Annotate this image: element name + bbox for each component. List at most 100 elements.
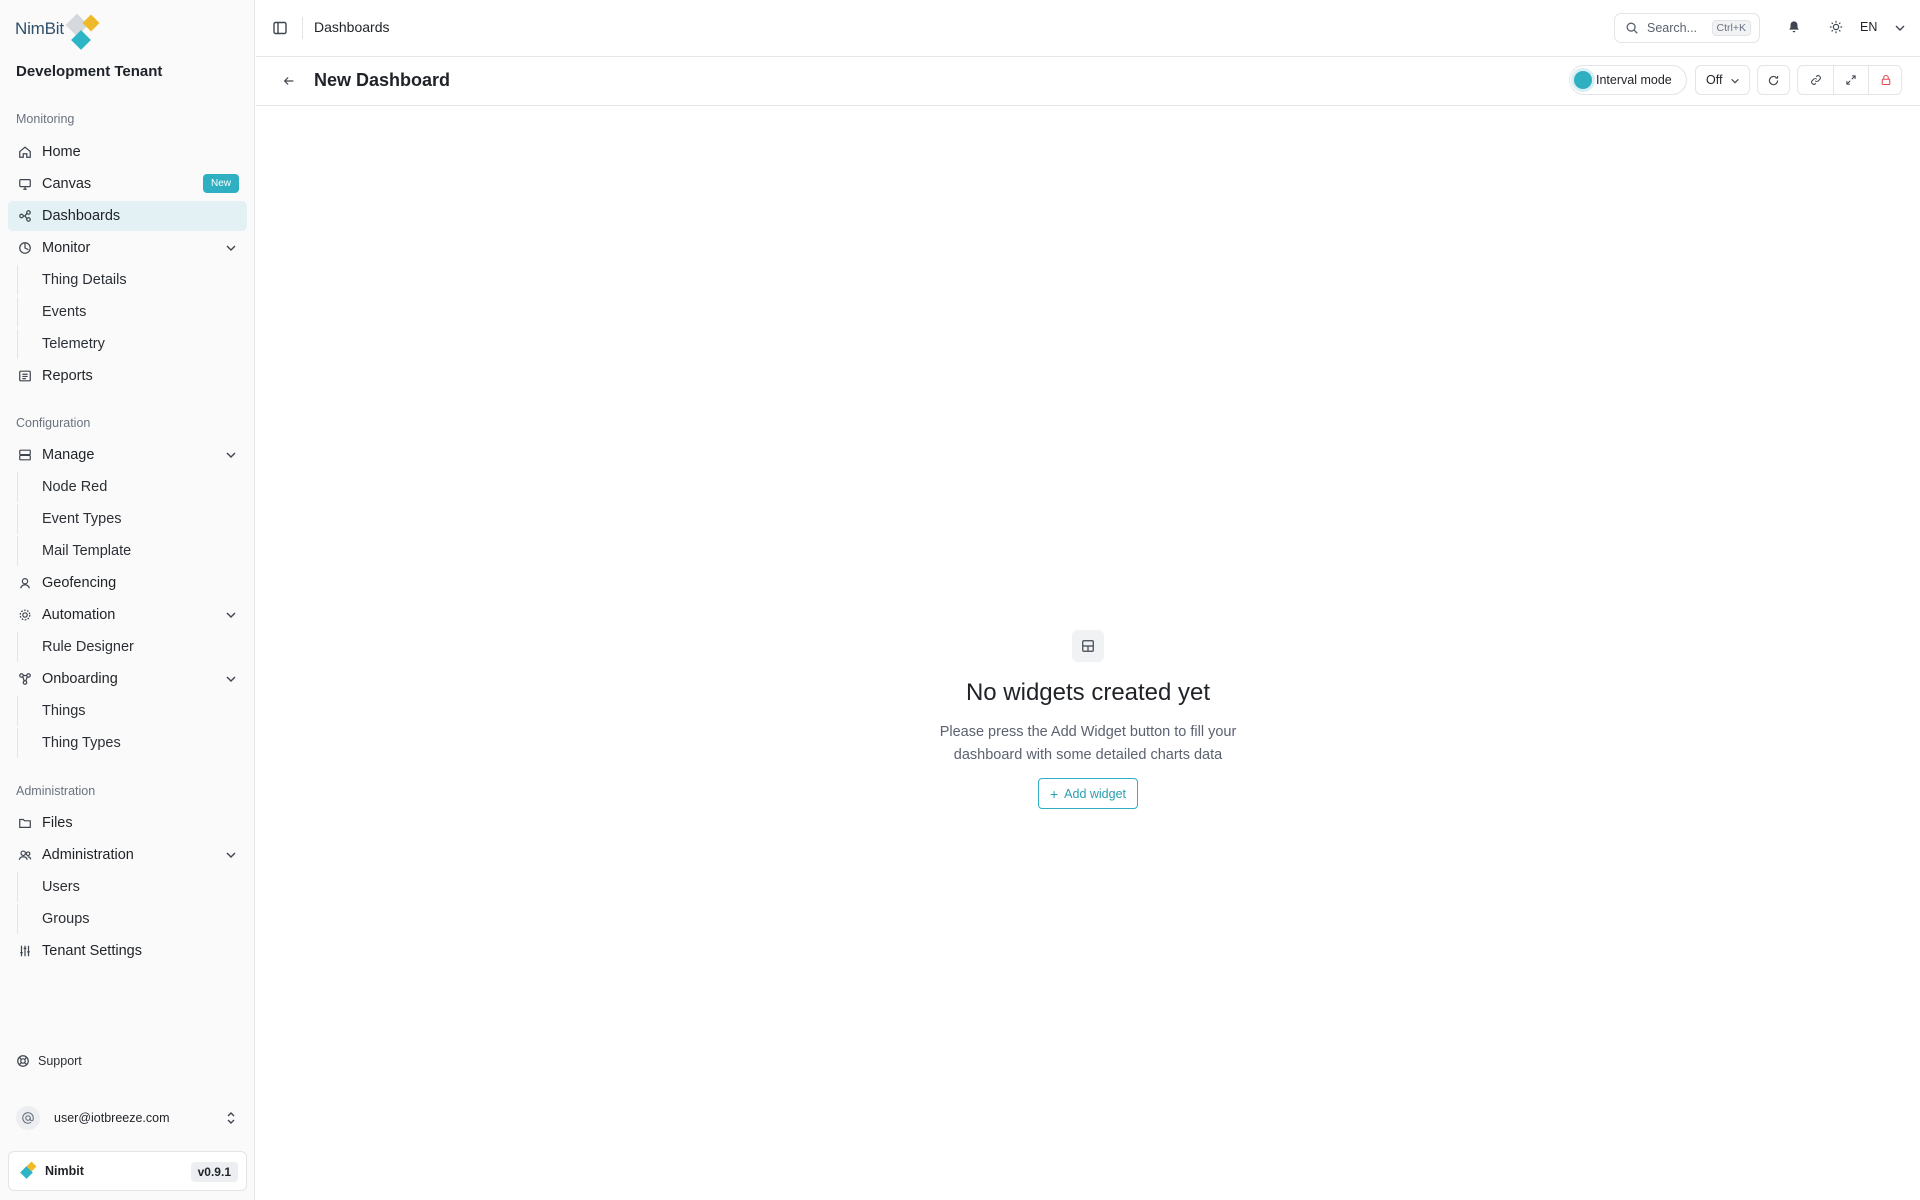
gear-icon xyxy=(18,608,32,622)
lock-button[interactable] xyxy=(1868,66,1903,94)
dashboard-header: New Dashboard Interval mode Off xyxy=(256,57,1920,106)
app-version-card: Nimbit v0.9.1 xyxy=(8,1151,247,1191)
sidebar-item-files[interactable]: Files xyxy=(8,808,247,838)
version-badge: v0.9.1 xyxy=(190,1162,238,1182)
sidebar-item-reports[interactable]: Reports xyxy=(8,361,247,391)
breadcrumb[interactable]: Dashboards xyxy=(314,19,390,35)
sun-icon xyxy=(1829,20,1843,34)
back-arrow-icon[interactable] xyxy=(282,74,296,88)
sidebar-item-monitor[interactable]: Monitor xyxy=(8,233,247,263)
brand-name: NimBit xyxy=(15,19,64,38)
search-input[interactable]: Search... Ctrl+K xyxy=(1614,13,1760,43)
sidebar-item-rule-designer[interactable]: Rule Designer xyxy=(17,632,247,662)
sidebar-item-label: Telemetry xyxy=(42,336,105,352)
empty-state-description: Please press the Add Widget button to fi… xyxy=(939,724,1237,763)
sidebar-item-thing-details[interactable]: Thing Details xyxy=(17,265,247,295)
sidebar-item-label: Tenant Settings xyxy=(42,943,142,959)
support-label: Support xyxy=(38,1054,82,1068)
server-icon xyxy=(18,448,32,462)
empty-state: No widgets created yet Please press the … xyxy=(256,630,1920,809)
sidebar-item-thing-types[interactable]: Thing Types xyxy=(17,728,247,758)
expand-icon xyxy=(1846,75,1856,85)
sidebar-item-node-red[interactable]: Node Red xyxy=(17,472,247,502)
sidebar-item-telemetry[interactable]: Telemetry xyxy=(17,329,247,359)
new-badge: New xyxy=(202,174,239,193)
sidebar-item-label: Manage xyxy=(42,447,95,463)
sidebar-item-label: Administration xyxy=(42,847,134,863)
sidebar-item-canvas[interactable]: Canvas New xyxy=(8,169,247,199)
sidebar-item-mail-template[interactable]: Mail Template xyxy=(17,536,247,566)
sidebar-item-label: Dashboards xyxy=(42,208,121,224)
sidebar-toggle-icon[interactable] xyxy=(272,20,288,36)
divider xyxy=(302,17,303,39)
sidebar-item-administration[interactable]: Administration xyxy=(8,840,247,870)
logo-icon xyxy=(65,9,105,50)
user-email: user@iotbreeze.com xyxy=(54,1111,170,1125)
sidebar-item-dashboards[interactable]: Dashboards xyxy=(8,201,247,231)
sidebar-item-things[interactable]: Things xyxy=(17,696,247,726)
notifications-button[interactable] xyxy=(1784,17,1804,37)
user-menu[interactable]: user@iotbreeze.com xyxy=(8,1102,247,1134)
tenant-name: Development Tenant xyxy=(16,63,163,80)
search-placeholder: Search... xyxy=(1647,21,1698,35)
sidebar-item-groups[interactable]: Groups xyxy=(17,904,247,934)
chevron-down-icon xyxy=(226,245,236,251)
sidebar-item-label: Node Red xyxy=(42,479,108,495)
fullscreen-button[interactable] xyxy=(1833,66,1868,94)
toggle-indicator xyxy=(1574,71,1592,89)
dashboard-actions xyxy=(1797,65,1902,95)
logo-icon xyxy=(19,1161,37,1180)
sidebar-item-label: Thing Types xyxy=(42,735,121,751)
sidebar-item-geofencing[interactable]: Geofencing xyxy=(8,568,247,598)
add-widget-button[interactable]: + Add widget xyxy=(1037,778,1139,809)
widgets-icon xyxy=(1072,630,1104,662)
topbar: Dashboards Search... Ctrl+K EN xyxy=(256,0,1920,57)
sidebar-item-automation[interactable]: Automation xyxy=(8,600,247,630)
chevron-down-icon xyxy=(226,852,236,858)
chevron-down-icon xyxy=(226,612,236,618)
sidebar-item-label: Mail Template xyxy=(42,543,132,559)
search-shortcut: Ctrl+K xyxy=(1711,20,1751,36)
sidebar-item-label: Groups xyxy=(42,911,90,927)
support-link[interactable]: Support xyxy=(16,1054,82,1068)
users-icon xyxy=(18,848,32,862)
link-icon xyxy=(1810,75,1821,85)
share-link-button[interactable] xyxy=(1798,66,1833,94)
sidebar-item-label: Thing Details xyxy=(42,272,127,288)
avatar xyxy=(16,1106,40,1130)
sidebar-item-manage[interactable]: Manage xyxy=(8,440,247,470)
chevrons-up-down-icon xyxy=(227,1112,235,1124)
section-administration: Administration xyxy=(16,784,96,798)
sidebar-item-event-types[interactable]: Event Types xyxy=(17,504,247,534)
refresh-interval-select[interactable]: Off xyxy=(1695,65,1750,95)
home-icon xyxy=(18,145,32,159)
search-icon xyxy=(1626,22,1638,34)
interval-mode-toggle[interactable]: Interval mode xyxy=(1569,65,1687,95)
refresh-interval-value: Off xyxy=(1706,73,1723,87)
sidebar-item-label: Rule Designer xyxy=(42,639,134,655)
lifebuoy-icon xyxy=(17,1055,29,1067)
sidebar-item-onboarding[interactable]: Onboarding xyxy=(8,664,247,694)
sidebar-item-users[interactable]: Users xyxy=(17,872,247,902)
refresh-button[interactable] xyxy=(1757,65,1790,95)
sidebar-item-events[interactable]: Events xyxy=(17,297,247,327)
chevron-down-icon xyxy=(226,676,236,682)
section-configuration: Configuration xyxy=(16,416,91,430)
sidebar-item-label: Event Types xyxy=(42,511,122,527)
language-select[interactable]: EN xyxy=(1860,20,1877,34)
interval-mode-label: Interval mode xyxy=(1596,73,1672,87)
at-sign-icon xyxy=(22,1112,34,1124)
chevron-down-icon[interactable] xyxy=(1894,22,1906,34)
sidebar-item-label: Reports xyxy=(42,368,93,384)
onboarding-icon xyxy=(18,672,32,686)
chevron-down-icon xyxy=(226,452,236,458)
sidebar-item-tenant-settings[interactable]: Tenant Settings xyxy=(8,936,247,966)
theme-toggle-button[interactable] xyxy=(1826,17,1846,37)
sidebar: NimBit Development Tenant Monitoring Hom… xyxy=(0,0,255,1200)
add-widget-label: Add widget xyxy=(1064,786,1127,801)
sidebar-item-home[interactable]: Home xyxy=(8,137,247,167)
sidebar-item-label: Users xyxy=(42,879,80,895)
dashboards-icon xyxy=(18,209,32,223)
sidebar-item-label: Automation xyxy=(42,607,116,623)
brand-logo[interactable]: NimBit xyxy=(15,8,105,50)
